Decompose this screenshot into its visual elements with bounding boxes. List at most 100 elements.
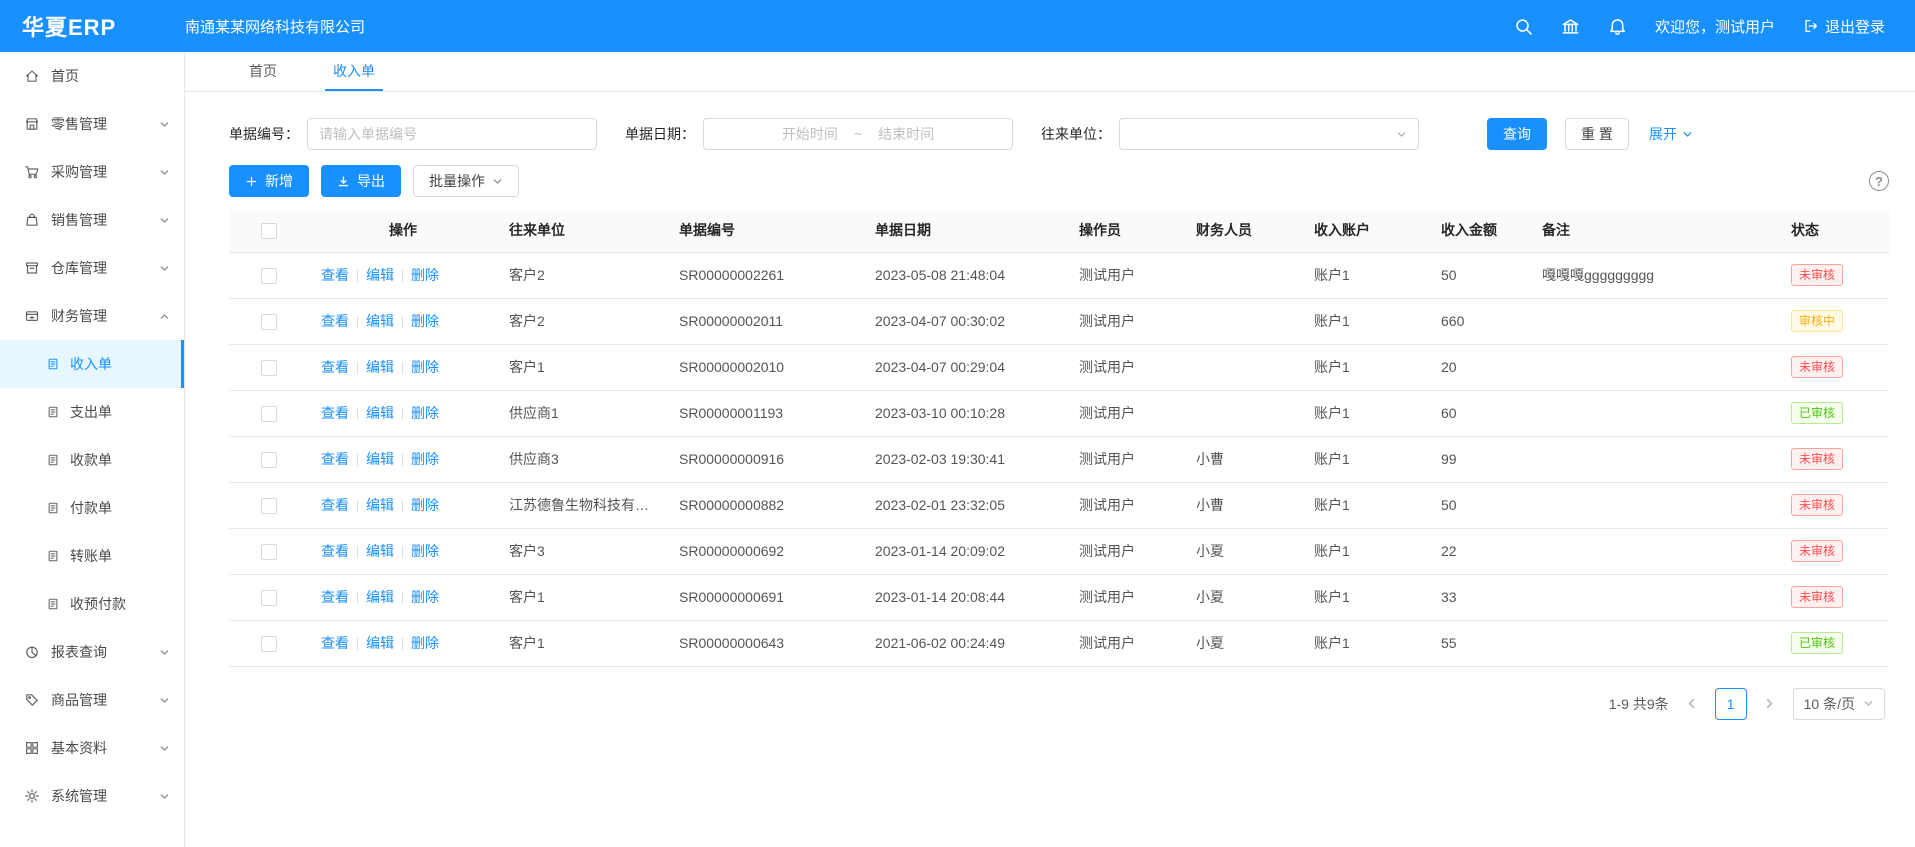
sidebar-item-purchase[interactable]: 采购管理 <box>0 148 184 196</box>
sidebar-subitem-expense[interactable]: 支出单 <box>0 388 184 436</box>
next-page-button[interactable] <box>1759 688 1781 720</box>
edit-link[interactable]: 编辑 <box>366 405 394 421</box>
batch-actions-button[interactable]: 批量操作 <box>413 165 519 197</box>
sidebar-item-goods[interactable]: 商品管理 <box>0 676 184 724</box>
view-link[interactable]: 查看 <box>321 543 349 559</box>
page-number-button[interactable]: 1 <box>1715 688 1747 720</box>
delete-link[interactable]: 删除 <box>411 359 439 375</box>
sidebar-subitem-income[interactable]: 收入单 <box>0 340 184 388</box>
view-link[interactable]: 查看 <box>321 635 349 651</box>
edit-link[interactable]: 编辑 <box>366 635 394 651</box>
row-checkbox[interactable] <box>261 314 277 330</box>
sidebar-item-retail[interactable]: 零售管理 <box>0 100 184 148</box>
expand-link[interactable]: 展开 <box>1649 124 1693 144</box>
sidebar-item-label: 仓库管理 <box>51 258 148 278</box>
delete-link[interactable]: 删除 <box>411 635 439 651</box>
delete-link[interactable]: 删除 <box>411 589 439 605</box>
cell-account: 账户1 <box>1302 620 1429 666</box>
view-link[interactable]: 查看 <box>321 451 349 467</box>
bank-icon[interactable] <box>1561 17 1580 36</box>
sidebar-item-reports[interactable]: 报表查询 <box>0 628 184 676</box>
sidebar-subitem-transfer[interactable]: 转账单 <box>0 532 184 580</box>
col-header-actions: 操作 <box>309 209 497 252</box>
row-checkbox[interactable] <box>261 360 277 376</box>
cell-date: 2023-03-10 00:10:28 <box>863 390 1067 436</box>
view-link[interactable]: 查看 <box>321 405 349 421</box>
view-link[interactable]: 查看 <box>321 313 349 329</box>
row-checkbox[interactable] <box>261 544 277 560</box>
row-checkbox[interactable] <box>261 268 277 284</box>
edit-link[interactable]: 编辑 <box>366 313 394 329</box>
divider <box>357 316 358 328</box>
sidebar-item-system[interactable]: 系统管理 <box>0 772 184 820</box>
row-checkbox[interactable] <box>261 406 277 422</box>
status-badge: 未审核 <box>1791 356 1843 378</box>
doc-no-input[interactable] <box>307 118 597 150</box>
delete-link[interactable]: 删除 <box>411 497 439 513</box>
edit-link[interactable]: 编辑 <box>366 451 394 467</box>
edit-link[interactable]: 编辑 <box>366 589 394 605</box>
cell-remark <box>1530 344 1779 390</box>
table-row: 查看编辑删除 江苏德鲁生物科技有限... SR00000000882 2023-… <box>229 482 1889 528</box>
sidebar-item-finance[interactable]: 财务管理 <box>0 292 184 340</box>
tab-income[interactable]: 收入单 <box>325 52 383 91</box>
cell-amount: 55 <box>1429 620 1530 666</box>
bell-icon[interactable] <box>1608 17 1627 36</box>
cell-date: 2023-04-07 00:30:02 <box>863 298 1067 344</box>
date-range-picker[interactable]: 开始时间 ~ 结束时间 <box>703 118 1013 150</box>
sidebar-subitem-receipt[interactable]: 收款单 <box>0 436 184 484</box>
document-icon <box>46 405 60 419</box>
partner-select[interactable] <box>1119 118 1419 150</box>
table-row: 查看编辑删除 客户3 SR00000000692 2023-01-14 20:0… <box>229 528 1889 574</box>
edit-link[interactable]: 编辑 <box>366 497 394 513</box>
delete-link[interactable]: 删除 <box>411 543 439 559</box>
tab-home[interactable]: 首页 <box>241 52 285 91</box>
pagination-total: 1-9 共9条 <box>1609 694 1669 714</box>
view-link[interactable]: 查看 <box>321 267 349 283</box>
row-checkbox[interactable] <box>261 636 277 652</box>
prev-page-button[interactable] <box>1681 688 1703 720</box>
divider <box>357 408 358 420</box>
sidebar-item-sales[interactable]: 销售管理 <box>0 196 184 244</box>
sidebar-item-home[interactable]: 首页 <box>0 52 184 100</box>
sidebar-subitem-advance[interactable]: 收预付款 <box>0 580 184 628</box>
sidebar-subitem-payment[interactable]: 付款单 <box>0 484 184 532</box>
delete-link[interactable]: 删除 <box>411 313 439 329</box>
doc-no-label: 单据编号： <box>229 124 299 144</box>
row-checkbox[interactable] <box>261 590 277 606</box>
sidebar-item-warehouse[interactable]: 仓库管理 <box>0 244 184 292</box>
cell-partner: 客户1 <box>497 344 667 390</box>
chevron-down-icon <box>1682 129 1693 140</box>
add-button[interactable]: 新增 <box>229 165 309 197</box>
cell-account: 账户1 <box>1302 390 1429 436</box>
divider <box>402 592 403 604</box>
document-icon <box>46 357 60 371</box>
help-icon[interactable]: ? <box>1869 171 1889 191</box>
view-link[interactable]: 查看 <box>321 497 349 513</box>
row-checkbox[interactable] <box>261 498 277 514</box>
sidebar-item-basic-data[interactable]: 基本资料 <box>0 724 184 772</box>
app-logo[interactable]: 华夏ERP <box>0 10 185 42</box>
delete-link[interactable]: 删除 <box>411 267 439 283</box>
export-button[interactable]: 导出 <box>321 165 401 197</box>
edit-link[interactable]: 编辑 <box>366 543 394 559</box>
select-all-checkbox[interactable] <box>261 223 277 239</box>
row-checkbox[interactable] <box>261 452 277 468</box>
sales-icon <box>24 212 40 228</box>
edit-link[interactable]: 编辑 <box>366 359 394 375</box>
cell-remark <box>1530 436 1779 482</box>
report-icon <box>24 644 40 660</box>
page-size-select[interactable]: 10 条/页 <box>1793 688 1885 720</box>
delete-link[interactable]: 删除 <box>411 405 439 421</box>
chevron-down-icon <box>1863 698 1874 709</box>
reset-button[interactable]: 重 置 <box>1565 118 1629 150</box>
delete-link[interactable]: 删除 <box>411 451 439 467</box>
search-button[interactable]: 查询 <box>1487 118 1547 150</box>
tab-bar: 首页 收入单 <box>185 52 1915 92</box>
view-link[interactable]: 查看 <box>321 589 349 605</box>
logout-button[interactable]: 退出登录 <box>1803 16 1885 37</box>
search-icon[interactable] <box>1514 17 1533 36</box>
view-link[interactable]: 查看 <box>321 359 349 375</box>
cell-remark <box>1530 390 1779 436</box>
edit-link[interactable]: 编辑 <box>366 267 394 283</box>
